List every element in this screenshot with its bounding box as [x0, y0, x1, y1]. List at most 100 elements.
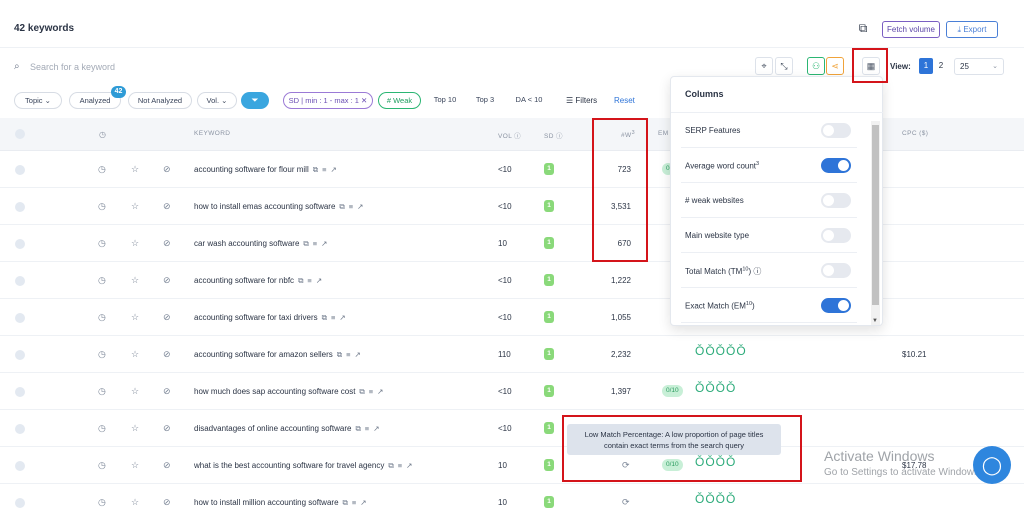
hide-eye-icon[interactable]: ⊘ [163, 238, 171, 249]
hide-eye-icon[interactable]: ⊘ [163, 275, 171, 286]
list-icon[interactable]: ≡ [352, 498, 356, 507]
not-analyzed-filter-chip[interactable]: Not Analyzed [128, 92, 192, 109]
external-link-icon[interactable]: ↗ [373, 424, 379, 433]
row-checkbox[interactable] [15, 276, 25, 286]
weak-filter-chip[interactable]: # Weak [378, 92, 421, 109]
per-page-select[interactable]: 25 ⌄ [954, 58, 1004, 75]
header-sd[interactable]: SD ⓘ [544, 130, 563, 140]
header-cpc[interactable]: CPC ($) [902, 130, 928, 137]
column-option[interactable]: Total Match (TM10) ⓘ [671, 253, 871, 288]
external-link-icon[interactable]: ↗ [330, 165, 336, 174]
scroll-down-arrow-icon[interactable]: ▼ [872, 318, 878, 324]
hide-eye-icon[interactable]: ⊘ [163, 497, 171, 508]
copy-icon[interactable]: ⧉ [355, 424, 360, 433]
scrollbar-thumb[interactable] [872, 125, 879, 305]
row-checkbox[interactable] [15, 387, 25, 397]
external-link-icon[interactable]: ↗ [357, 202, 363, 211]
list-icon[interactable]: ≡ [322, 165, 326, 174]
hide-eye-icon[interactable]: ⊘ [163, 164, 171, 175]
hide-eye-icon[interactable]: ⊘ [163, 201, 171, 212]
row-checkbox[interactable] [15, 165, 25, 175]
group-icon[interactable]: ⚇ [807, 57, 825, 75]
copy-icon[interactable]: ⧉ [337, 350, 342, 359]
filter-funnel-icon[interactable]: ⏷ [241, 92, 269, 109]
external-link-icon[interactable]: ↗ [321, 239, 327, 248]
copy-icon[interactable]: ⧉ [388, 461, 393, 470]
page-1-button[interactable]: 1 [919, 58, 933, 74]
external-link-icon[interactable]: ↗ [354, 350, 360, 359]
row-checkbox[interactable] [15, 202, 25, 212]
history-icon[interactable]: ◷ [98, 460, 106, 471]
copy-icon[interactable]: ⧉ [298, 276, 303, 285]
table-row[interactable] [0, 336, 1024, 373]
keyword-text[interactable]: what is the best accounting software for… [194, 461, 384, 470]
keyword-cell[interactable]: accounting software for nbfc ⧉ ≡ ↗ [194, 276, 322, 286]
history-icon[interactable]: ◷ [98, 497, 106, 508]
select-all-checkbox[interactable] [15, 129, 25, 139]
star-icon[interactable]: ☆ [131, 164, 139, 175]
hide-eye-icon[interactable]: ⊘ [163, 423, 171, 434]
row-checkbox[interactable] [15, 350, 25, 360]
keyword-text[interactable]: how much does sap accounting software co… [194, 387, 355, 396]
page-2-button[interactable]: 2 [934, 58, 948, 74]
history-icon[interactable]: ◷ [98, 238, 106, 249]
history-icon[interactable]: ◷ [98, 312, 106, 323]
external-link-icon[interactable]: ↗ [377, 387, 383, 396]
keyword-text[interactable]: disadvantages of online accounting softw… [194, 424, 351, 433]
reset-link[interactable]: Reset [614, 96, 635, 105]
row-checkbox[interactable] [15, 313, 25, 323]
hide-eye-icon[interactable]: ⊘ [163, 312, 171, 323]
table-row[interactable] [0, 410, 1024, 447]
star-icon[interactable]: ☆ [131, 275, 139, 286]
column-option[interactable]: Main website type [671, 218, 871, 253]
column-toggle[interactable] [821, 298, 851, 313]
table-row[interactable] [0, 484, 1024, 509]
star-icon[interactable]: ☆ [131, 238, 139, 249]
keyword-text[interactable]: accounting software for amazon sellers [194, 350, 333, 359]
row-checkbox[interactable] [15, 424, 25, 434]
list-icon[interactable]: ≡ [349, 202, 353, 211]
history-icon[interactable]: ◷ [98, 164, 106, 175]
apps-icon[interactable]: ⧉ [855, 21, 871, 37]
star-icon[interactable]: ☆ [131, 423, 139, 434]
chat-bubble-icon[interactable]: ◯ [973, 446, 1011, 484]
keyword-text[interactable]: how to install million accounting softwa… [194, 498, 339, 507]
help-icon[interactable]: ⓘ [753, 267, 761, 276]
row-checkbox[interactable] [15, 239, 25, 249]
history-icon[interactable]: ◷ [98, 386, 106, 397]
history-icon[interactable]: ◷ [98, 201, 106, 212]
header-keyword[interactable]: KEYWORD [194, 130, 230, 137]
columns-panel-scrollbar[interactable]: ▼ [871, 121, 880, 325]
history-icon[interactable]: ◷ [98, 349, 106, 360]
export-button[interactable]: ⤓ Export [946, 21, 998, 38]
search-input[interactable] [30, 59, 330, 75]
top10-filter-chip[interactable]: Top 10 [427, 92, 463, 109]
copy-icon[interactable]: ⧉ [359, 387, 364, 396]
column-toggle[interactable] [821, 158, 851, 173]
star-icon[interactable]: ☆ [131, 312, 139, 323]
da-filter-chip[interactable]: DA < 10 [508, 92, 550, 109]
keyword-text[interactable]: car wash accounting software [194, 239, 299, 248]
keyword-cell[interactable]: accounting software for taxi drivers ⧉ ≡ ↗ [194, 313, 346, 323]
row-checkbox[interactable] [15, 498, 25, 508]
hide-eye-icon[interactable]: ⊘ [163, 386, 171, 397]
star-icon[interactable]: ☆ [131, 497, 139, 508]
hide-eye-icon[interactable]: ⊘ [163, 460, 171, 471]
list-icon[interactable]: ≡ [369, 387, 373, 396]
keyword-cell[interactable]: accounting software for flour mill ⧉ ≡ ↗ [194, 165, 337, 175]
list-icon[interactable]: ≡ [307, 276, 311, 285]
top3-filter-chip[interactable]: Top 3 [470, 92, 500, 109]
list-icon[interactable]: ≡ [346, 350, 350, 359]
share-icon[interactable]: ⋖ [826, 57, 844, 75]
column-option[interactable]: Exact Match (EM10) [671, 288, 871, 323]
keyword-cell[interactable]: how much does sap accounting software co… [194, 387, 383, 397]
header-em[interactable]: EM [658, 130, 669, 137]
keyword-cell[interactable]: car wash accounting software ⧉ ≡ ↗ [194, 239, 327, 249]
list-icon[interactable]: ≡ [331, 313, 335, 322]
keyword-cell[interactable]: how to install million accounting softwa… [194, 498, 367, 508]
list-icon[interactable]: ≡ [365, 424, 369, 433]
keyword-text[interactable]: accounting software for nbfc [194, 276, 294, 285]
column-option[interactable]: # weak websites [671, 183, 871, 218]
external-link-icon[interactable]: ↗ [339, 313, 345, 322]
list-icon[interactable]: ≡ [313, 239, 317, 248]
